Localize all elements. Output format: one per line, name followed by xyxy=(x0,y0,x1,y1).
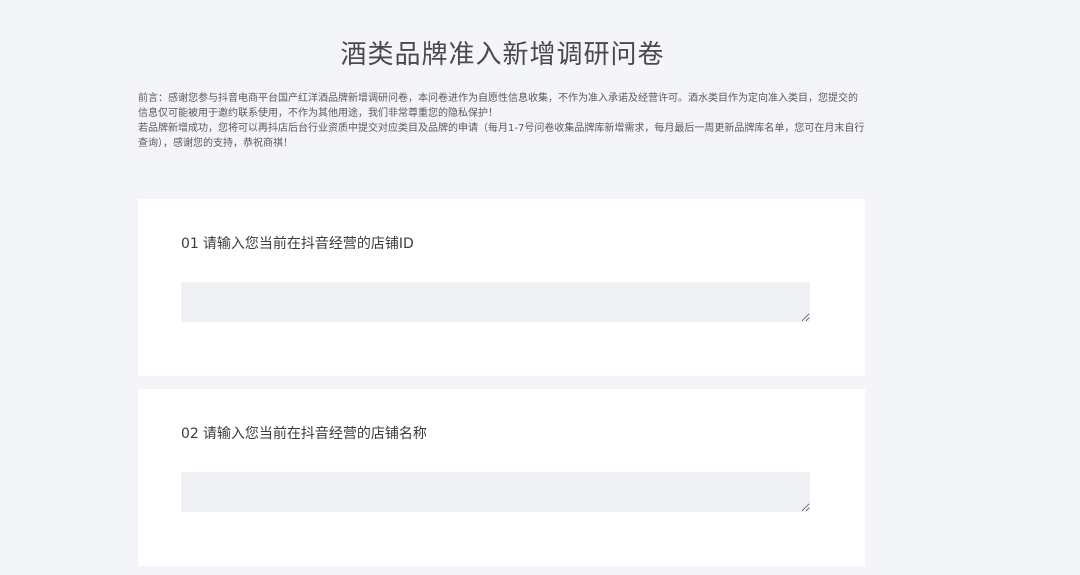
intro-paragraph: 前言：感谢您参与抖音电商平台国产红洋酒品牌新增调研问卷，本问卷进作为自愿性信息收… xyxy=(138,93,858,119)
question-label: 01 请输入您当前在抖音经营的店铺ID xyxy=(181,233,414,253)
question-text: 请输入您当前在抖音经营的店铺ID xyxy=(202,236,414,252)
store-name-input[interactable] xyxy=(181,472,810,512)
question-text: 请输入您当前在抖音经营的店铺名称 xyxy=(202,426,427,442)
survey-page: 酒类品牌准入新增调研问卷 前言：感谢您参与抖音电商平台国产红洋酒品牌新增调研问卷… xyxy=(0,0,1080,575)
page-title: 酒类品牌准入新增调研问卷 xyxy=(340,40,665,70)
question-number: 01 xyxy=(181,236,199,252)
intro-paragraph: 若品牌新增成功，您将可以再抖店后台行业资质中提交对应类目及品牌的申请（每月1-7… xyxy=(138,123,865,149)
question-card-store-name: 02 请输入您当前在抖音经营的店铺名称 xyxy=(138,389,865,566)
question-label: 02 请输入您当前在抖音经营的店铺名称 xyxy=(181,423,427,443)
question-card-store-id: 01 请输入您当前在抖音经营的店铺ID xyxy=(138,199,865,376)
question-number: 02 xyxy=(181,426,199,442)
store-id-input[interactable] xyxy=(181,282,810,322)
survey-intro: 前言：感谢您参与抖音电商平台国产红洋酒品牌新增调研问卷，本问卷进作为自愿性信息收… xyxy=(138,91,866,151)
